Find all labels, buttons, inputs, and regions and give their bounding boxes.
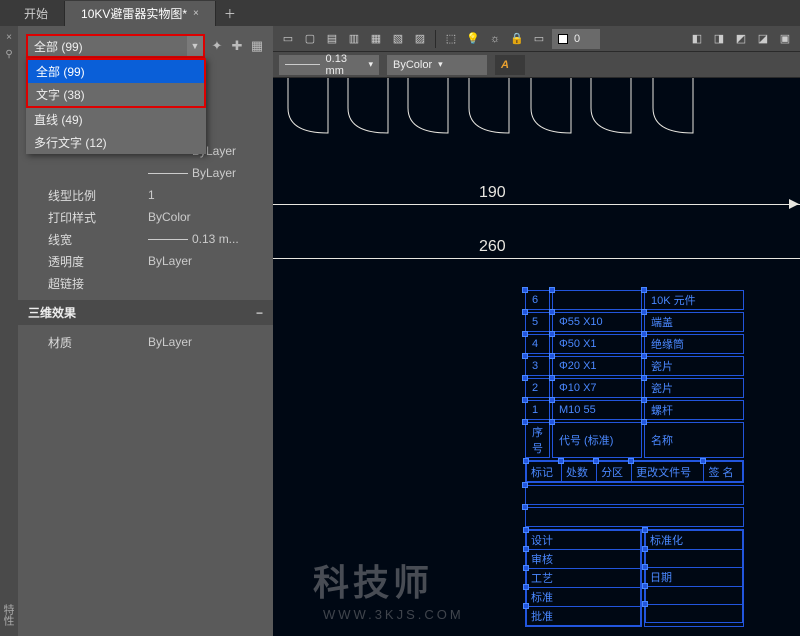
swatch-icon bbox=[558, 34, 568, 44]
tab-add-button[interactable]: ＋ bbox=[216, 1, 244, 26]
pickadd-icon[interactable]: ✚ bbox=[229, 38, 245, 54]
drawing-canvas[interactable]: 190 260 610K 元件 5Φ55 X10端盖 4Φ50 X1绝缘筒 3Φ… bbox=[273, 78, 800, 636]
dropdown-item-text[interactable]: 文字 (38) bbox=[28, 83, 204, 106]
dim-text-260: 260 bbox=[473, 238, 512, 256]
line-sample-icon bbox=[148, 173, 188, 174]
tb-icon-r2[interactable]: ◨ bbox=[710, 30, 728, 48]
dropdown-item-line[interactable]: 直线 (49) bbox=[26, 108, 206, 131]
prop-plotstyle-value[interactable]: ByColor bbox=[148, 210, 263, 224]
tb-icon-7[interactable]: ▨ bbox=[411, 30, 429, 48]
tb-icon-r5[interactable]: ▣ bbox=[776, 30, 794, 48]
tb-icon-r4[interactable]: ◪ bbox=[754, 30, 772, 48]
section-3d-header[interactable]: 三维效果 − bbox=[18, 300, 273, 325]
toolbar-row2: 0.13 mm ▾ ByColor ▾ A bbox=[273, 52, 800, 78]
prop-material-value[interactable]: ByLayer bbox=[148, 335, 263, 349]
tb-icon-2[interactable]: ▢ bbox=[301, 30, 319, 48]
lineweight-combo[interactable]: 0.13 mm ▾ bbox=[279, 55, 379, 75]
prop-transparency-label: 透明度 bbox=[48, 253, 148, 270]
prop-linescale-value[interactable]: 1 bbox=[148, 188, 263, 202]
dropdown-item-mtext[interactable]: 多行文字 (12) bbox=[26, 131, 206, 154]
title-block-table[interactable]: 610K 元件 5Φ55 X10端盖 4Φ50 X1绝缘筒 3Φ20 X1瓷片 … bbox=[523, 288, 746, 629]
tb-icon-5[interactable]: ▦ bbox=[367, 30, 385, 48]
chevron-down-icon: ▾ bbox=[438, 59, 443, 70]
tb-icon-4[interactable]: ▥ bbox=[345, 30, 363, 48]
prop-lineweight-value[interactable]: 0.13 m... bbox=[148, 232, 263, 246]
prop-transparency-value[interactable]: ByLayer bbox=[148, 254, 263, 268]
tab-start[interactable]: 开始 bbox=[8, 1, 65, 26]
watermark-main: 科技师 bbox=[313, 554, 433, 606]
collapse-icon[interactable]: − bbox=[256, 306, 263, 320]
selection-filter-combo[interactable]: 全部 (99) bbox=[28, 36, 187, 56]
prop-material-label: 材质 bbox=[48, 334, 148, 351]
toolbar-top: ▭ ▢ ▤ ▥ ▦ ▧ ▨ ⬚ 💡 ☼ 🔒 ▭ 0 ◧ ◨ ◩ ◪ ▣ bbox=[273, 26, 800, 52]
dim-line-260 bbox=[273, 258, 800, 259]
textstyle-button[interactable]: A bbox=[495, 55, 525, 75]
prop-hyperlink-label: 超链接 bbox=[48, 275, 148, 292]
tb-icon-9[interactable]: ▭ bbox=[530, 30, 548, 48]
line-sample-icon bbox=[285, 64, 320, 65]
panel-title-vertical: 特性 bbox=[0, 604, 16, 626]
tab-file[interactable]: 10KV避雷器实物图* × bbox=[65, 1, 216, 26]
close-icon[interactable]: × bbox=[193, 8, 199, 19]
tb-icon-3[interactable]: ▤ bbox=[323, 30, 341, 48]
tb-icon-lock[interactable]: 🔒 bbox=[508, 30, 526, 48]
arrester-curves bbox=[273, 78, 800, 158]
layer-color-combo[interactable]: 0 bbox=[552, 29, 600, 49]
pin-icon[interactable]: ⚲ bbox=[5, 49, 12, 60]
prop-linescale-label: 线型比例 bbox=[48, 187, 148, 204]
prop-lineweight-label: 线宽 bbox=[48, 231, 148, 248]
color-combo[interactable]: ByColor ▾ bbox=[387, 55, 487, 75]
quick-select-icon[interactable]: ✦ bbox=[209, 38, 225, 54]
tb-icon-1[interactable]: ▭ bbox=[279, 30, 297, 48]
chevron-down-icon: ▾ bbox=[368, 59, 373, 70]
bulb-icon[interactable]: 💡 bbox=[464, 30, 482, 48]
line-sample-icon bbox=[148, 239, 188, 240]
tb-icon-6[interactable]: ▧ bbox=[389, 30, 407, 48]
close-panel-icon[interactable]: × bbox=[6, 32, 12, 43]
select-objects-icon[interactable]: ▦ bbox=[249, 38, 265, 54]
selection-filter-dropdown: 全部 (99) 文字 (38) 直线 (49) 多行文字 (12) bbox=[26, 58, 206, 154]
watermark-sub: WWW.3KJS.COM bbox=[323, 607, 464, 622]
chevron-down-icon[interactable]: ▼ bbox=[187, 36, 203, 56]
tab-file-label: 10KV避雷器实物图* bbox=[81, 5, 187, 22]
tb-icon-r1[interactable]: ◧ bbox=[688, 30, 706, 48]
dim-text-190: 190 bbox=[473, 184, 512, 202]
tb-icon-r3[interactable]: ◩ bbox=[732, 30, 750, 48]
prop-plotstyle-label: 打印样式 bbox=[48, 209, 148, 226]
tb-icon-8[interactable]: ⬚ bbox=[442, 30, 460, 48]
prop-linetype-value2[interactable]: ByLayer bbox=[148, 166, 263, 180]
sun-icon[interactable]: ☼ bbox=[486, 30, 504, 48]
dim-line-190 bbox=[273, 204, 800, 205]
dropdown-item-all[interactable]: 全部 (99) bbox=[28, 60, 204, 83]
selection-filter-value: 全部 (99) bbox=[34, 38, 83, 55]
arrow-icon bbox=[789, 199, 799, 209]
section-3d-title: 三维效果 bbox=[28, 304, 76, 321]
